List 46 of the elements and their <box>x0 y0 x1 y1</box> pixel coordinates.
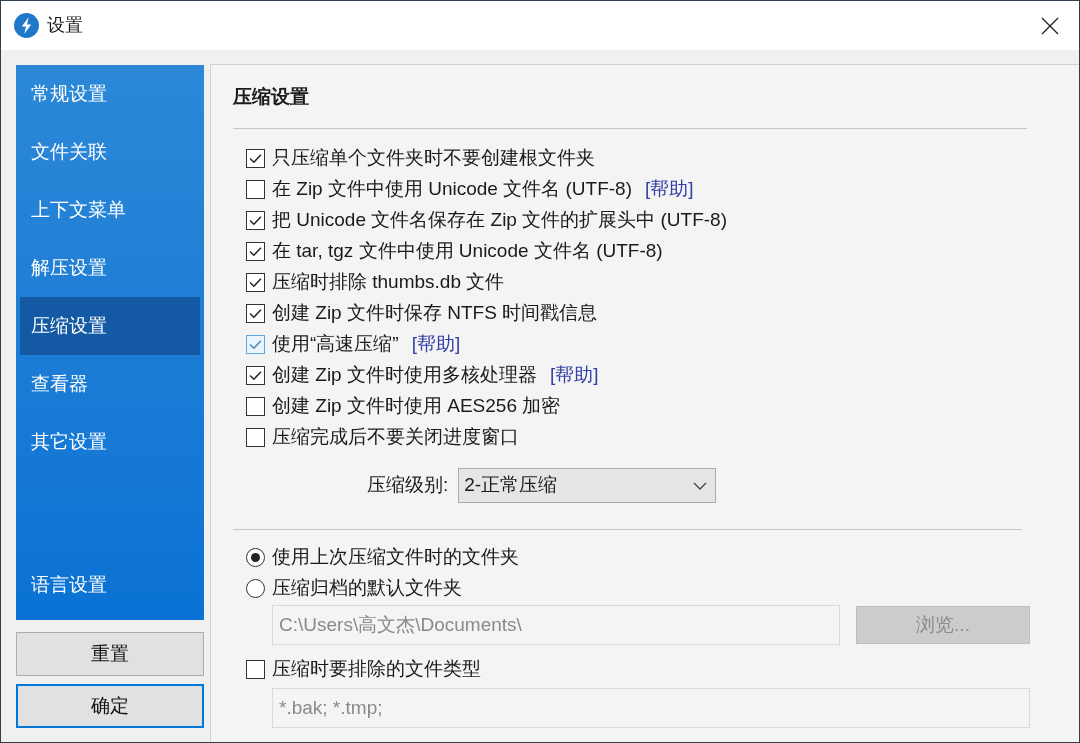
lightning-bolt-icon <box>14 13 39 38</box>
sidebar-item[interactable]: 常规设置 <box>20 65 200 123</box>
option-label: 在 Zip 文件中使用 Unicode 文件名 (UTF-8) <box>272 177 632 202</box>
checkbox[interactable] <box>246 428 265 447</box>
option-label: 创建 Zip 文件时使用多核处理器 <box>272 363 537 388</box>
checkbox[interactable] <box>246 149 265 168</box>
checkbox[interactable] <box>246 366 265 385</box>
radio-label: 压缩归档的默认文件夹 <box>272 576 462 601</box>
checkbox[interactable] <box>246 273 265 292</box>
option-label: 压缩时要排除的文件类型 <box>272 657 481 682</box>
option-label: 创建 Zip 文件时保存 NTFS 时间戳信息 <box>272 301 598 326</box>
checkbox[interactable] <box>246 335 265 354</box>
checkbox[interactable] <box>246 397 265 416</box>
option-label: 使用“高速压缩” <box>272 332 399 357</box>
sidebar-item[interactable]: 查看器 <box>20 355 200 413</box>
compression-level-dropdown[interactable]: 2-正常压缩 <box>458 468 717 503</box>
help-link[interactable]: [帮助] <box>645 175 694 204</box>
option-label: 压缩完成后不要关闭进度窗口 <box>272 425 519 450</box>
option-label: 压缩时排除 thumbs.db 文件 <box>272 270 505 295</box>
checkbox[interactable] <box>246 242 265 261</box>
checkbox[interactable] <box>246 211 265 230</box>
compression-level-label: 压缩级别: <box>367 473 449 498</box>
close-icon <box>1041 16 1059 35</box>
option-label: 把 Unicode 文件名保存在 Zip 文件的扩展头中 (UTF-8) <box>272 208 727 233</box>
sidebar-item[interactable]: 语言设置 <box>20 556 200 614</box>
sidebar-item[interactable]: 压缩设置 <box>20 297 200 355</box>
option-label: 在 tar, tgz 文件中使用 Unicode 文件名 (UTF-8) <box>272 239 663 264</box>
sidebar-item[interactable]: 文件关联 <box>20 123 200 181</box>
chevron-down-icon <box>693 481 708 490</box>
sidebar-item[interactable]: 解压设置 <box>20 239 200 297</box>
dialog-button[interactable]: 确定 <box>16 684 204 728</box>
radio-button[interactable] <box>246 579 265 598</box>
help-link[interactable]: [帮助] <box>549 361 599 390</box>
radio-label: 使用上次压缩文件时的文件夹 <box>272 545 519 570</box>
radio-button[interactable] <box>246 548 265 567</box>
option-label: 只压缩单个文件夹时不要创建根文件夹 <box>272 146 595 171</box>
section-title: 压缩设置 <box>233 85 310 108</box>
sidebar-item[interactable]: 上下文菜单 <box>20 181 200 239</box>
option-label: 创建 Zip 文件时使用 AES256 加密 <box>272 394 561 419</box>
dialog-button[interactable]: 重置 <box>16 632 204 676</box>
window-title: 设置 <box>47 14 83 37</box>
checkbox[interactable] <box>246 180 265 199</box>
checkbox[interactable] <box>246 304 265 323</box>
help-link[interactable]: [帮助] <box>411 330 461 359</box>
checkbox[interactable] <box>246 660 265 679</box>
sidebar-item[interactable]: 其它设置 <box>20 413 200 471</box>
